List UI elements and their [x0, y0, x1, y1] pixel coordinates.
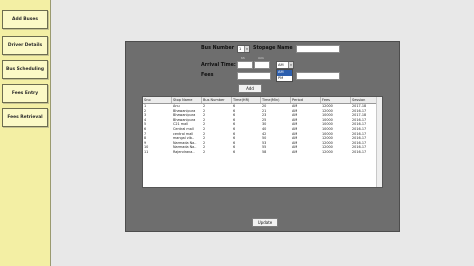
table-cell: Rajendrana..	[173, 149, 195, 154]
table-cell: 12000	[322, 149, 333, 154]
column-header[interactable]: Time(Min)	[261, 97, 291, 103]
sidebar: Add Buses Driver Details Bus Scheduling …	[0, 0, 51, 266]
period-combo[interactable]: AM ▾	[276, 61, 294, 69]
column-header[interactable]: Bus Number	[202, 97, 232, 103]
stoppage-name-input[interactable]	[296, 45, 340, 53]
table-body: 1 Anu 2 6 20 AM 12000 2017-18 2 Bhawanipura 2 6 21 AM…	[143, 104, 382, 155]
table-cell: 2	[203, 149, 206, 154]
fees-entry-button[interactable]: Fees Entry	[2, 84, 48, 103]
chevron-down-icon: ▾	[244, 46, 249, 52]
fees-entry-panel: Bus Number 1 ▾ Stopage Name hh mm Arriva…	[125, 41, 400, 232]
bus-number-label: Bus Number	[201, 46, 235, 51]
period-dropdown-list: AM PM	[276, 69, 293, 82]
add-button[interactable]: Add	[238, 84, 262, 93]
vertical-scrollbar[interactable]	[376, 97, 382, 187]
table-cell: AM	[292, 149, 298, 154]
period-value: AM	[278, 63, 284, 67]
column-header[interactable]: Time(HR)	[232, 97, 261, 103]
driver-details-button[interactable]: Driver Details	[2, 36, 48, 55]
table-row[interactable]: 11 Rajendrana.. 2 6 58 AM 12000 2016-17	[143, 150, 382, 155]
fees-input[interactable]	[237, 72, 271, 80]
table-cell: 6	[233, 149, 236, 154]
minute-input[interactable]	[254, 61, 270, 69]
table-cell: 58	[262, 149, 267, 154]
mm-label: mm	[258, 56, 264, 60]
column-header[interactable]: Sno	[143, 97, 172, 103]
stops-table: Sno Stop Name Bus Number Time(HR) Time(M…	[142, 96, 383, 188]
hh-label: hh	[241, 56, 245, 60]
column-header[interactable]: Fees	[321, 97, 351, 103]
update-button[interactable]: Update	[252, 218, 278, 227]
session-input[interactable]	[296, 72, 340, 80]
fees-retrieval-button[interactable]: Fees Retrieval	[2, 108, 48, 127]
chevron-down-icon: ▾	[288, 62, 293, 68]
add-buses-button[interactable]: Add Buses	[2, 10, 48, 29]
column-header[interactable]: Stop Name	[172, 97, 202, 103]
column-header[interactable]: Period	[291, 97, 321, 103]
table-header: Sno Stop Name Bus Number Time(HR) Time(M…	[143, 97, 382, 104]
table-cell: 11	[144, 149, 149, 154]
period-option-pm[interactable]: PM	[277, 76, 292, 82]
bus-scheduling-button[interactable]: Bus Scheduling	[2, 60, 48, 79]
bus-number-combo[interactable]: 1 ▾	[237, 45, 250, 53]
hour-input[interactable]	[237, 61, 253, 69]
arrival-time-label: Arrival Time:	[201, 63, 236, 68]
bus-number-value: 1	[239, 47, 242, 51]
fees-label: Fees	[201, 73, 214, 78]
stoppage-name-label: Stopage Name	[253, 46, 293, 51]
